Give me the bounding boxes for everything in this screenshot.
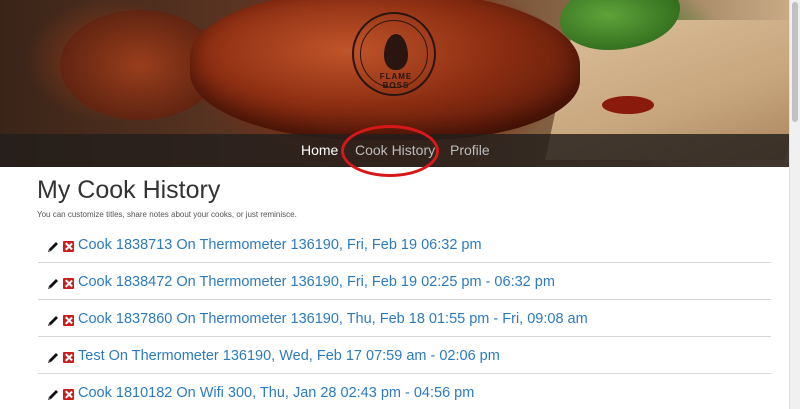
page-title: My Cook History	[37, 176, 221, 204]
delete-x-icon[interactable]	[63, 315, 74, 326]
cook-link[interactable]: Cook 1838713 On Thermometer 136190, Fri,…	[78, 237, 482, 253]
nav-item-profile[interactable]: Profile	[450, 142, 490, 158]
delete-x-icon[interactable]	[63, 389, 74, 400]
delete-x-icon[interactable]	[63, 241, 74, 252]
scrollbar[interactable]	[789, 0, 800, 409]
list-item: Test On Thermometer 136190, Wed, Feb 17 …	[38, 337, 771, 374]
cook-link[interactable]: Cook 1810182 On Wifi 300, Thu, Jan 28 02…	[78, 385, 474, 401]
cook-link[interactable]: Test On Thermometer 136190, Wed, Feb 17 …	[78, 348, 500, 364]
delete-x-icon[interactable]	[63, 278, 74, 289]
cook-link[interactable]: Cook 1837860 On Thermometer 136190, Thu,…	[78, 311, 588, 327]
pencil-icon[interactable]	[46, 277, 60, 291]
list-item: Cook 1810182 On Wifi 300, Thu, Jan 28 02…	[38, 374, 771, 409]
annotation-circle	[341, 125, 439, 177]
cook-link[interactable]: Cook 1838472 On Thermometer 136190, Fri,…	[78, 274, 555, 290]
scrollbar-thumb[interactable]	[792, 2, 798, 122]
page: FLAME BOSS Home Cook History Profile My …	[0, 0, 789, 409]
list-item: Cook 1838713 On Thermometer 136190, Fri,…	[38, 226, 771, 263]
cook-list: Cook 1838713 On Thermometer 136190, Fri,…	[38, 226, 771, 409]
brand-logo[interactable]: FLAME BOSS	[352, 12, 436, 96]
logo-text: FLAME BOSS	[379, 72, 413, 90]
page-subtitle: You can customize titles, share notes ab…	[37, 210, 297, 219]
list-item: Cook 1838472 On Thermometer 136190, Fri,…	[38, 263, 771, 300]
sauce-image	[602, 96, 654, 114]
pencil-icon[interactable]	[46, 314, 60, 328]
pencil-icon[interactable]	[46, 351, 60, 365]
pencil-icon[interactable]	[46, 388, 60, 402]
list-item: Cook 1837860 On Thermometer 136190, Thu,…	[38, 300, 771, 337]
nav-item-home[interactable]: Home	[301, 142, 338, 158]
flame-icon	[384, 34, 408, 70]
delete-x-icon[interactable]	[63, 352, 74, 363]
pencil-icon[interactable]	[46, 240, 60, 254]
